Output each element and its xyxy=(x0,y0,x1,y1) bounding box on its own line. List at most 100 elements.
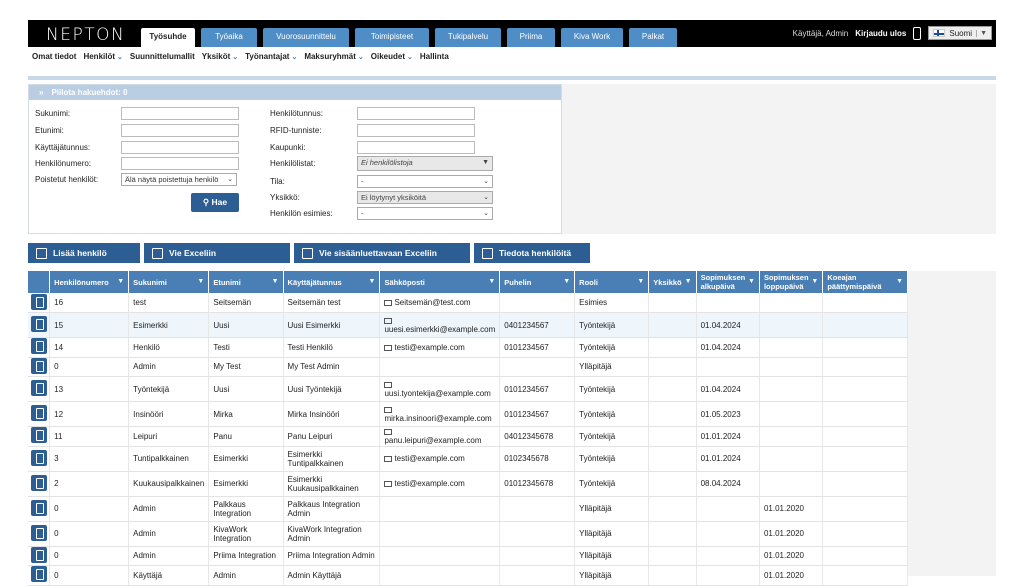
column-header-6[interactable]: Puhelin ▼ xyxy=(499,271,576,293)
ssn-input[interactable] xyxy=(357,107,475,120)
table-row[interactable]: 16 test Seitsemän Seitsemän test Seitsemän@t… xyxy=(28,293,908,313)
table-row[interactable]: 13 Työntekijä Uusi Uusi Työntekijä uusi.tyon… xyxy=(28,376,908,402)
cell-text: Ylläpitäjä xyxy=(579,504,612,513)
table-row[interactable]: 15 Esimerkki Uusi Uusi Esimerkki uuesi.esime… xyxy=(28,312,908,338)
table-cell xyxy=(648,446,697,472)
edit-document-icon[interactable] xyxy=(30,566,47,583)
table-row[interactable]: 3 Tuntipalkkainen Esimerkki Esimerkki Tunti… xyxy=(28,446,908,472)
table-row[interactable]: 0 Admin KivaWork Integration KivaWork Integ… xyxy=(28,521,908,547)
subnav-item-4[interactable]: Yksiköt ⌄ xyxy=(202,52,238,61)
column-header-label: Henkilönumero xyxy=(54,277,109,287)
username-input[interactable] xyxy=(121,141,239,154)
column-header-1[interactable]: Henkilönumero ▼ xyxy=(49,271,130,293)
table-row[interactable]: 14 Henkilö Testi Testi Henkilö testi@example… xyxy=(28,337,908,358)
edit-document-icon[interactable] xyxy=(30,293,47,310)
subnav-item-1[interactable]: Omat tiedot xyxy=(32,52,76,61)
tab-1[interactable]: Työsuhde xyxy=(141,28,195,47)
edit-document-icon[interactable] xyxy=(30,474,47,491)
table-cell: KivaWork Integration Admin xyxy=(283,521,381,547)
notify-persons-label: Tiedota henkilöitä xyxy=(499,248,572,258)
table-row[interactable]: 11 Leipuri Panu Panu Leipuri panu.leipuri@ex… xyxy=(28,426,908,447)
cell-text: 0101234567 xyxy=(504,409,549,419)
surname-input[interactable] xyxy=(121,107,239,120)
edit-cell[interactable] xyxy=(28,521,51,547)
column-header-8[interactable]: Yksikkö ▼ xyxy=(648,271,697,293)
person-lists-select[interactable]: Ei henkilölistoja ▼ xyxy=(357,156,493,171)
edit-cell[interactable] xyxy=(28,337,51,358)
column-header-10[interactable]: Sopimuksen loppupäivä ▼ xyxy=(759,271,824,293)
tab-8[interactable]: Palkat xyxy=(629,28,677,47)
table-row[interactable]: 12 Insinööri Mirka Mirka Insinööri mirka.ins… xyxy=(28,401,908,427)
export-importable-excel-button[interactable]: Vie sisäänluettavaan Exceliin xyxy=(294,243,470,263)
table-cell: 2 xyxy=(49,471,130,497)
tab-4[interactable]: Toimipisteet xyxy=(355,28,429,47)
edit-cell[interactable] xyxy=(28,446,51,472)
edit-cell[interactable] xyxy=(28,312,51,338)
edit-document-icon[interactable] xyxy=(30,357,47,374)
logout-link[interactable]: Kirjaudu ulos xyxy=(855,29,906,38)
table-row[interactable]: 0 Käyttäjä Admin Admin Käyttäjä Ylläpitäjä 01… xyxy=(28,565,908,586)
edit-document-icon[interactable] xyxy=(30,338,47,355)
edit-document-icon[interactable] xyxy=(30,316,47,332)
table-row[interactable]: 0 Admin Palkkaus Integration Palkkaus Integ… xyxy=(28,496,908,522)
firstname-input[interactable] xyxy=(121,124,239,137)
subnav-item-5[interactable]: Työnantajat ⌄ xyxy=(245,52,297,61)
table-row[interactable]: 0 Admin My Test My Test Admin Ylläpitäjä xyxy=(28,357,908,377)
export-excel-button[interactable]: Vie Exceliin xyxy=(144,243,290,263)
subnav-item-3[interactable]: Suunnittelumallit xyxy=(130,52,195,61)
edit-cell[interactable] xyxy=(28,401,51,427)
cell-text: Seitsemän test xyxy=(287,298,341,307)
edit-cell[interactable] xyxy=(28,565,51,586)
table-cell xyxy=(648,565,697,586)
add-person-button[interactable]: Lisää henkilö xyxy=(28,243,140,263)
city-input[interactable] xyxy=(357,141,475,154)
tab-2[interactable]: Työaika xyxy=(201,28,257,47)
table-row[interactable]: 2 Kuukausipalkkainen Esimerkki Esimerkki Ku… xyxy=(28,471,908,497)
column-header-4[interactable]: Käyttäjätunnus ▼ xyxy=(283,271,381,293)
edit-cell[interactable] xyxy=(28,496,51,522)
column-header-11[interactable]: Koeajan päättymispäivä ▼ xyxy=(822,271,908,293)
subnav-item-7[interactable]: Oikeudet ⌄ xyxy=(371,52,413,61)
tab-7[interactable]: Kiva Work xyxy=(561,28,623,47)
edit-document-icon[interactable] xyxy=(30,449,47,466)
unit-select[interactable]: Ei löytynyt yksiköitä ⌄ xyxy=(357,191,493,204)
tab-6[interactable]: Priima xyxy=(507,28,555,47)
tab-5[interactable]: Tukipalvelu xyxy=(435,28,501,47)
notify-persons-button[interactable]: Tiedota henkilöitä xyxy=(474,243,590,263)
column-header-9[interactable]: Sopimuksen alkupäivä ▼ xyxy=(696,271,760,293)
subnav-item-2[interactable]: Henkilöt ⌄ xyxy=(83,52,122,61)
edit-document-icon[interactable] xyxy=(30,380,47,396)
edit-cell[interactable] xyxy=(28,471,51,497)
edit-cell[interactable] xyxy=(28,357,51,377)
deleted-persons-select[interactable]: Älä näytä poistettuja henkilö ⌄ xyxy=(121,173,237,186)
edit-document-icon[interactable] xyxy=(30,405,47,421)
table-cell xyxy=(696,565,760,586)
tab-3[interactable]: Vuorosuunnittelu xyxy=(263,28,349,47)
subnav-item-8[interactable]: Hallinta xyxy=(420,52,449,61)
column-header-5[interactable]: Sähköposti ▼ xyxy=(379,271,501,293)
state-select[interactable]: - ⌄ xyxy=(357,175,493,188)
edit-cell[interactable] xyxy=(28,546,51,566)
table-row[interactable]: 0 Admin Priima Integration Priima Integrati… xyxy=(28,546,908,566)
column-header-3[interactable]: Etunimi ▼ xyxy=(208,271,284,293)
edit-document-icon[interactable] xyxy=(30,524,47,541)
table-cell: Esimerkki Tuntipalkkainen xyxy=(283,446,381,472)
table-cell xyxy=(648,312,697,338)
supervisor-select[interactable]: - ⌄ xyxy=(357,207,493,220)
edit-cell[interactable] xyxy=(28,426,51,447)
edit-document-icon[interactable] xyxy=(30,499,47,516)
rfid-input[interactable] xyxy=(357,124,475,137)
search-button[interactable]: ⚲ Hae xyxy=(191,193,239,212)
subnav-item-6[interactable]: Maksuryhmät ⌄ xyxy=(304,52,363,61)
column-header-7[interactable]: Rooli ▼ xyxy=(574,271,650,293)
toggle-search-criteria[interactable]: » Piilota hakuehdot: 0 xyxy=(29,85,561,100)
mobile-icon[interactable] xyxy=(913,26,922,40)
edit-cell[interactable] xyxy=(28,293,51,313)
edit-document-icon[interactable] xyxy=(30,546,47,563)
edit-cell[interactable] xyxy=(28,376,51,402)
language-select[interactable]: Suomi ▼ xyxy=(928,26,992,40)
person-number-input[interactable] xyxy=(121,157,239,170)
edit-document-icon[interactable] xyxy=(30,427,47,444)
table-cell: Testi Henkilö xyxy=(283,337,381,358)
column-header-2[interactable]: Sukunimi ▼ xyxy=(128,271,210,293)
